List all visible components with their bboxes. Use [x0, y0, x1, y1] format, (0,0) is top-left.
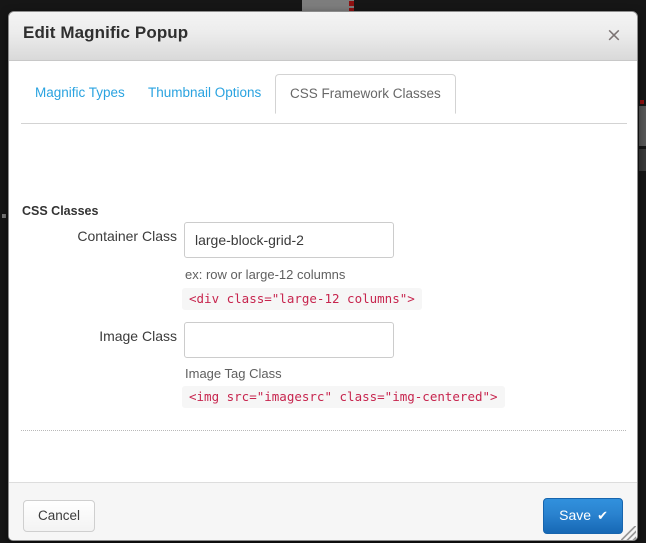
container-class-label: Container Class — [77, 228, 177, 244]
container-class-help-text: ex: row or large-12 columns — [185, 267, 346, 282]
image-class-label: Image Class — [99, 328, 177, 344]
css-classes-section-label: CSS Classes — [22, 204, 99, 218]
tab-magnific-types[interactable]: Magnific Types — [35, 85, 125, 100]
dialog-footer: Cancel Save ✔ — [9, 482, 637, 540]
tab-css-framework-classes[interactable]: CSS Framework Classes — [275, 74, 456, 114]
section-divider — [21, 430, 626, 431]
save-button[interactable]: Save ✔ — [543, 498, 623, 534]
save-button-label: Save — [559, 507, 592, 523]
image-class-input[interactable] — [184, 322, 394, 358]
container-class-code-example: <div class="large-12 columns"> — [182, 288, 422, 310]
cancel-button[interactable]: Cancel — [23, 500, 96, 532]
tab-bar: Magnific Types Thumbnail Options CSS Fra… — [9, 74, 637, 124]
tab-bar-baseline — [21, 123, 627, 124]
check-icon: ✔ — [597, 509, 608, 524]
background-marker — [349, 1, 354, 6]
edit-magnific-popup-dialog: Edit Magnific Popup × Magnific Types Thu… — [8, 11, 638, 541]
background-right-panel — [639, 106, 646, 146]
dialog-header: Edit Magnific Popup × — [9, 12, 637, 61]
dialog-title: Edit Magnific Popup — [23, 23, 189, 42]
close-icon[interactable]: × — [603, 24, 625, 46]
image-class-code-example: <img src="imagesrc" class="img-centered"… — [182, 386, 505, 408]
background-marker — [640, 100, 644, 104]
background-toolbar-strip — [302, 0, 354, 11]
background-right-panel — [639, 149, 646, 171]
background-marker — [2, 214, 6, 218]
image-class-help-text: Image Tag Class — [185, 366, 282, 381]
resize-grip-icon[interactable] — [621, 526, 636, 540]
container-class-input[interactable] — [184, 222, 394, 258]
tab-thumbnail-options[interactable]: Thumbnail Options — [148, 85, 261, 100]
dialog-body: Magnific Types Thumbnail Options CSS Fra… — [9, 61, 637, 482]
